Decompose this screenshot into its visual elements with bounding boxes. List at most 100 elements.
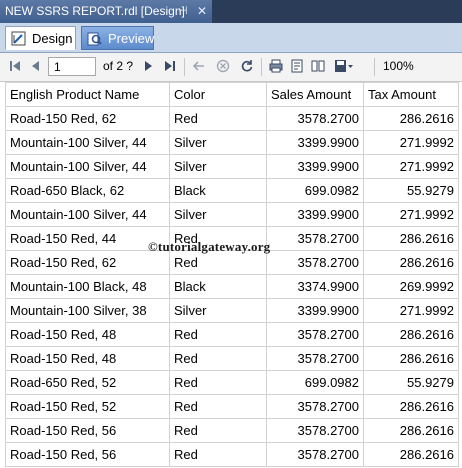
- tab-design[interactable]: Design: [5, 26, 76, 50]
- tax-amount-cell: 286.2616: [363, 226, 459, 251]
- sales-amount-cell: 3578.2700: [266, 442, 364, 467]
- product-name-cell: Road-150 Red, 62: [5, 106, 170, 131]
- product-name-cell: Mountain-100 Silver, 38: [5, 298, 170, 323]
- sales-amount-cell: 3578.2700: [266, 250, 364, 275]
- zoom-level[interactable]: 100%: [383, 59, 414, 73]
- pin-icon[interactable]: ⊣: [178, 0, 188, 23]
- report-toolbar: of 2 ? 100%: [0, 53, 462, 82]
- sales-amount-cell: 3578.2700: [266, 106, 364, 131]
- product-name-cell: Road-150 Red, 52: [5, 394, 170, 419]
- toolbar-separator: [374, 58, 375, 76]
- product-name-cell: Road-150 Red, 56: [5, 442, 170, 467]
- table-row: Road-150 Red, 62 Red 3578.2700 286.2616: [5, 106, 459, 131]
- table-row: Road-650 Black, 62 Black 699.0982 55.9279: [5, 178, 459, 203]
- table-row: Road-650 Red, 52 Red 699.0982 55.9279: [5, 370, 459, 395]
- tax-amount-cell: 286.2616: [363, 442, 459, 467]
- product-name-cell: Mountain-100 Silver, 44: [5, 202, 170, 227]
- tax-amount-cell: 55.9279: [363, 370, 459, 395]
- product-name-cell: Mountain-100 Silver, 44: [5, 154, 170, 179]
- product-name-cell: Road-150 Red, 44: [5, 226, 170, 251]
- tab-preview[interactable]: Preview: [81, 26, 154, 50]
- tax-amount-cell: 286.2616: [363, 418, 459, 443]
- report-table: English Product Name Color Sales Amount …: [5, 82, 459, 467]
- first-page-icon[interactable]: [8, 59, 22, 73]
- color-cell: Red: [169, 370, 267, 395]
- tax-amount-cell: 55.9279: [363, 178, 459, 203]
- color-cell: Red: [169, 394, 267, 419]
- table-row: Road-150 Red, 56 Red 3578.2700 286.2616: [5, 442, 459, 467]
- document-tab[interactable]: NEW SSRS REPORT.rdl [Design] ⊣ ✕: [0, 0, 212, 23]
- table-row: Road-150 Red, 56 Red 3578.2700 286.2616: [5, 418, 459, 443]
- page-count-label: of 2 ?: [103, 59, 134, 73]
- print-layout-icon[interactable]: [290, 59, 304, 73]
- table-body: Road-150 Red, 62 Red 3578.2700 286.2616 Moun…: [5, 106, 459, 467]
- product-name-cell: Road-650 Black, 62: [5, 178, 170, 203]
- table-row: Mountain-100 Silver, 38 Silver 3399.9900 27…: [5, 298, 459, 323]
- sales-amount-cell: 3399.9900: [266, 298, 364, 323]
- table-row: Mountain-100 Black, 48 Black 3374.9900 269.…: [5, 274, 459, 299]
- product-name-cell: Road-150 Red, 62: [5, 250, 170, 275]
- sales-amount-cell: 3399.9900: [266, 154, 364, 179]
- tab-design-label: Design: [32, 31, 73, 46]
- last-page-icon[interactable]: [163, 59, 177, 73]
- color-cell: Red: [169, 346, 267, 371]
- sales-amount-cell: 699.0982: [266, 178, 364, 203]
- next-page-icon[interactable]: [142, 59, 156, 73]
- previous-page-icon[interactable]: [28, 59, 42, 73]
- sales-amount-cell: 3578.2700: [266, 322, 364, 347]
- tax-amount-cell: 286.2616: [363, 322, 459, 347]
- column-header-product-name: English Product Name: [5, 82, 170, 107]
- product-name-cell: Road-150 Red, 48: [5, 346, 170, 371]
- column-header-tax-amount: Tax Amount: [363, 82, 459, 107]
- view-tab-strip: Design Preview: [0, 23, 462, 53]
- tab-preview-label: Preview: [108, 31, 155, 46]
- sales-amount-cell: 3578.2700: [266, 226, 364, 251]
- color-cell: Red: [169, 322, 267, 347]
- tax-amount-cell: 269.9992: [363, 274, 459, 299]
- color-cell: Black: [169, 178, 267, 203]
- tax-amount-cell: 271.9992: [363, 298, 459, 323]
- stop-icon[interactable]: [216, 59, 230, 73]
- close-icon[interactable]: ✕: [197, 0, 207, 23]
- tax-amount-cell: 286.2616: [363, 106, 459, 131]
- color-cell: Black: [169, 274, 267, 299]
- sales-amount-cell: 3578.2700: [266, 346, 364, 371]
- color-cell: Silver: [169, 154, 267, 179]
- export-icon[interactable]: [334, 59, 354, 73]
- table-row: Mountain-100 Silver, 44 Silver 3399.9900 27…: [5, 154, 459, 179]
- watermark: ©tutorialgateway.org: [148, 239, 271, 254]
- sales-amount-cell: 3578.2700: [266, 394, 364, 419]
- tax-amount-cell: 286.2616: [363, 346, 459, 371]
- product-name-cell: Mountain-100 Silver, 44: [5, 130, 170, 155]
- document-tab-bar: NEW SSRS REPORT.rdl [Design] ⊣ ✕: [0, 0, 462, 23]
- table-row: Road-150 Red, 52 Red 3578.2700 286.2616: [5, 394, 459, 419]
- sales-amount-cell: 3399.9900: [266, 130, 364, 155]
- page-setup-icon[interactable]: [311, 59, 325, 73]
- table-row: Road-150 Red, 48 Red 3578.2700 286.2616: [5, 346, 459, 371]
- sales-amount-cell: 699.0982: [266, 370, 364, 395]
- toolbar-separator: [261, 58, 262, 76]
- table-row: Road-150 Red, 48 Red 3578.2700 286.2616: [5, 322, 459, 347]
- product-name-cell: Road-650 Red, 52: [5, 370, 170, 395]
- tax-amount-cell: 271.9992: [363, 130, 459, 155]
- product-name-cell: Mountain-100 Black, 48: [5, 274, 170, 299]
- refresh-icon[interactable]: [240, 59, 254, 73]
- product-name-cell: Road-150 Red, 56: [5, 418, 170, 443]
- document-tab-title: NEW SSRS REPORT.rdl [Design]: [5, 4, 185, 18]
- report-canvas: English Product Name Color Sales Amount …: [0, 82, 462, 468]
- color-cell: Silver: [169, 202, 267, 227]
- print-icon[interactable]: [269, 59, 283, 73]
- color-cell: Red: [169, 418, 267, 443]
- column-header-sales-amount: Sales Amount: [266, 82, 364, 107]
- color-cell: Red: [169, 106, 267, 131]
- table-row: Mountain-100 Silver, 44 Silver 3399.9900 27…: [5, 202, 459, 227]
- design-icon: [11, 31, 26, 46]
- color-cell: Silver: [169, 130, 267, 155]
- back-icon[interactable]: [192, 59, 206, 73]
- color-cell: Red: [169, 442, 267, 467]
- tax-amount-cell: 286.2616: [363, 250, 459, 275]
- page-number-input[interactable]: [48, 57, 96, 76]
- tax-amount-cell: 271.9992: [363, 202, 459, 227]
- tax-amount-cell: 271.9992: [363, 154, 459, 179]
- color-cell: Silver: [169, 298, 267, 323]
